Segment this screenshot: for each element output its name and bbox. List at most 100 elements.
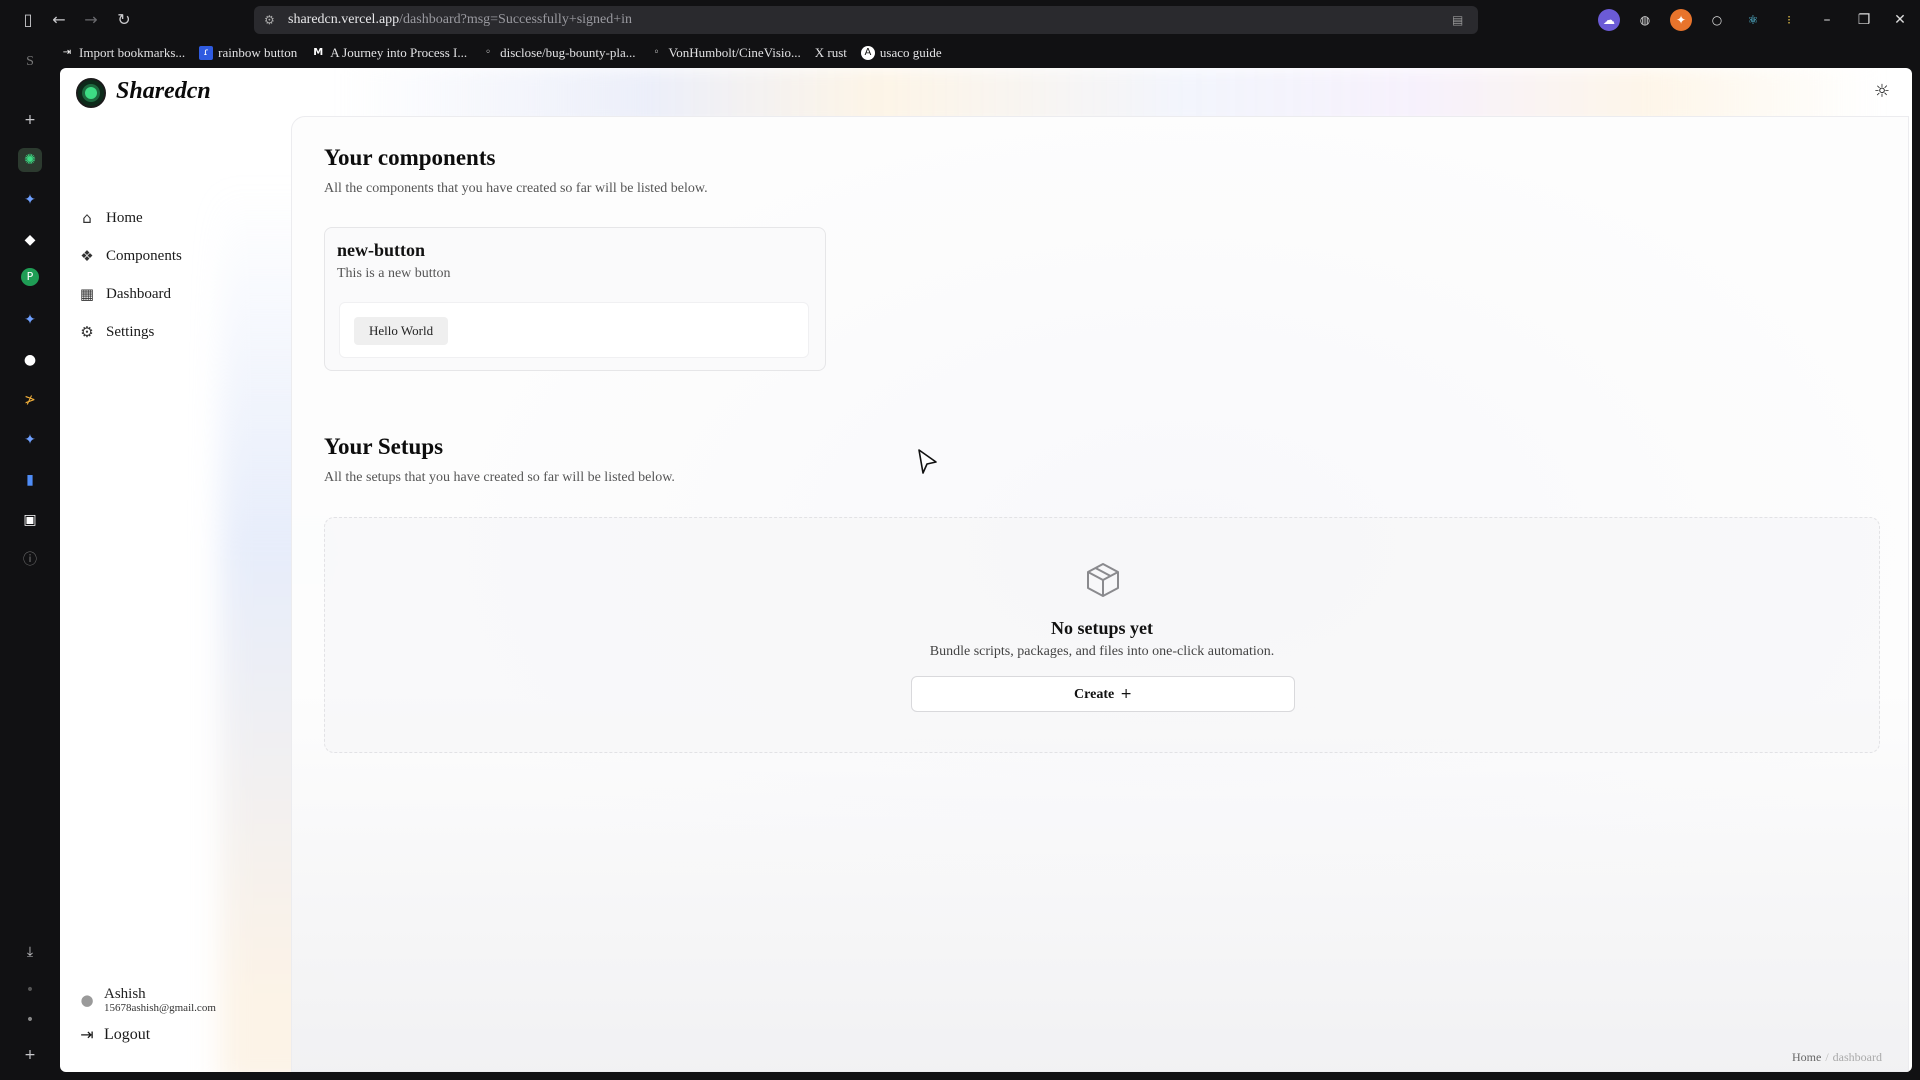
- logout-label: Logout: [104, 1026, 151, 1043]
- reload-icon[interactable]: ↻: [112, 8, 136, 32]
- nav-label: Components: [106, 247, 182, 264]
- tab-icon[interactable]: ≯: [18, 388, 42, 412]
- nav-item-dashboard[interactable]: ▦ Dashboard: [78, 280, 171, 308]
- dashboard-icon: ▦: [79, 285, 95, 303]
- create-label: Create: [1074, 687, 1115, 702]
- nav-label: Dashboard: [106, 285, 171, 302]
- gemini-tab-icon[interactable]: ✦: [18, 188, 42, 212]
- components-icon: ❖: [80, 247, 94, 265]
- bookmark-item[interactable]: Ausaco guide: [860, 45, 942, 61]
- mouse-cursor-icon: [918, 449, 937, 474]
- new-tab-icon[interactable]: +: [18, 108, 42, 132]
- logout-button[interactable]: ⇥ Logout: [78, 1026, 150, 1044]
- settings-icon: ⚙: [80, 323, 94, 341]
- p-tab-icon[interactable]: P: [21, 268, 39, 286]
- maximize-icon[interactable]: ❐: [1852, 8, 1876, 32]
- bookmark-label: Import bookmarks...: [79, 45, 186, 60]
- empty-setups-panel: No setups yet Bundle scripts, packages, …: [324, 517, 1880, 753]
- bookmark-item[interactable]: X rust: [815, 45, 847, 61]
- github-tab-icon[interactable]: ●: [18, 348, 42, 372]
- nav-item-home[interactable]: ⌂ Home: [78, 204, 143, 232]
- extension-cloud-icon[interactable]: ☁: [1598, 9, 1620, 31]
- address-bar[interactable]: ⚙ sharedcn.vercel.app/dashboard?msg=Succ…: [254, 6, 1478, 34]
- bookmark-label: X rust: [814, 45, 847, 60]
- extension-react-icon[interactable]: ⚛: [1742, 9, 1764, 31]
- preview-button[interactable]: Hello World: [354, 317, 449, 345]
- components-heading: Your components: [324, 145, 496, 170]
- address-text[interactable]: sharedcn.vercel.app/dashboard?msg=Succes…: [288, 12, 632, 28]
- site-info-icon[interactable]: ⚙: [264, 12, 280, 28]
- user-profile[interactable]: ● Ashish 15678ashish@gmail.com: [78, 986, 216, 1014]
- workspace-letter[interactable]: S: [18, 50, 42, 74]
- box-icon: [1087, 563, 1119, 597]
- bookmark-label: A Journey into Process I...: [330, 45, 468, 60]
- component-preview: Hello World: [339, 302, 809, 358]
- user-name: Ashish: [104, 986, 146, 1002]
- bookmark-label: rainbow button: [218, 45, 298, 60]
- logout-icon: ⇥: [80, 1025, 94, 1044]
- bookmark-item[interactable]: ◦ VonHumbolt/CineVisio...: [650, 45, 801, 61]
- bookmark-item[interactable]: ⇥ Import bookmarks...: [60, 45, 185, 61]
- sun-icon[interactable]: ☼: [1870, 80, 1894, 104]
- plus-icon: +: [1120, 686, 1132, 702]
- medium-icon: M: [313, 47, 324, 58]
- setups-subtitle: All the setups that you have created so …: [324, 470, 675, 485]
- bookmark-item[interactable]: ◦ disclose/bug-bounty-pla...: [481, 45, 635, 61]
- close-window-icon[interactable]: ✕: [1888, 8, 1912, 32]
- component-name: new-button: [337, 240, 426, 260]
- url-path: /dashboard?msg=Successfully+signed+in: [399, 12, 633, 27]
- nav-item-components[interactable]: ❖ Components: [78, 242, 182, 270]
- extension-fox-icon[interactable]: ✦: [1670, 9, 1692, 31]
- add-icon[interactable]: +: [18, 1043, 42, 1067]
- empty-subtitle: Bundle scripts, packages, and files into…: [929, 644, 1275, 659]
- main-content: Your components All the components that …: [291, 116, 1909, 1072]
- github-icon: ◦: [485, 47, 492, 58]
- bookmarks-bar: ⇥ Import bookmarks... ɾ rainbow button M A …: [60, 42, 942, 64]
- logo-icon[interactable]: [76, 78, 106, 108]
- tab-icon[interactable]: ▣: [18, 508, 42, 532]
- components-subtitle: All the components that you have created…: [324, 181, 708, 196]
- brand-name[interactable]: Sharedcn: [116, 78, 211, 105]
- bookmark-item[interactable]: M A Journey into Process I...: [311, 45, 467, 61]
- nav-label: Home: [106, 209, 143, 226]
- app-sidebar: ⌂ Home ❖ Components ▦ Dashboard ⚙ Settin…: [60, 128, 290, 1072]
- bookmark-item[interactable]: ɾ rainbow button: [199, 45, 297, 61]
- bookmark-label: VonHumbolt/CineVisio...: [668, 45, 801, 60]
- user-email: 15678ashish@gmail.com: [104, 1002, 216, 1014]
- setups-heading: Your Setups: [324, 434, 444, 459]
- user-info: Ashish 15678ashish@gmail.com: [104, 986, 216, 1014]
- info-icon[interactable]: ⓘ: [18, 548, 42, 572]
- url-host: sharedcn.vercel.app: [288, 12, 400, 27]
- create-setup-button[interactable]: Create +: [911, 676, 1295, 712]
- tab-icon[interactable]: ◆: [18, 228, 42, 252]
- nav-label: Settings: [106, 323, 155, 340]
- sharedcn-tab-icon[interactable]: ✺: [18, 148, 42, 172]
- usaco-icon: A: [860, 46, 875, 60]
- extension-globe-icon[interactable]: ◍: [1634, 9, 1656, 31]
- breadcrumb-current: dashboard: [1832, 1050, 1882, 1064]
- breadcrumb: Home / dashboard: [1792, 1050, 1882, 1065]
- forward-icon[interactable]: →: [79, 8, 103, 32]
- nav-item-settings[interactable]: ⚙ Settings: [78, 318, 154, 346]
- reader-mode-icon[interactable]: ▤: [1452, 12, 1468, 28]
- home-icon: ⌂: [82, 209, 92, 227]
- empty-title: No setups yet: [1051, 618, 1153, 638]
- gemini-tab-icon[interactable]: ✦: [18, 308, 42, 332]
- logo-inner: [85, 87, 97, 99]
- breadcrumb-home[interactable]: Home: [1792, 1050, 1821, 1064]
- minimize-icon[interactable]: –: [1815, 8, 1839, 32]
- chart-tab-icon[interactable]: ▮: [18, 468, 42, 492]
- dot-icon[interactable]: •: [18, 978, 42, 1002]
- back-icon[interactable]: ←: [47, 8, 71, 32]
- gemini-tab-icon[interactable]: ✦: [18, 428, 42, 452]
- sidebar-toggle-icon[interactable]: ▯: [16, 8, 40, 32]
- download-icon[interactable]: ⤓: [18, 940, 42, 964]
- breadcrumb-separator: /: [1825, 1050, 1829, 1064]
- component-card[interactable]: new-button This is a new button Hello Wo…: [324, 227, 826, 371]
- extension-circle-icon[interactable]: ○: [1706, 9, 1728, 31]
- dot-icon[interactable]: •: [18, 1008, 42, 1032]
- import-icon: ⇥: [62, 47, 72, 58]
- browser-toolbar: ▯ ← → ↻ ⚙ sharedcn.vercel.app/dashboard?…: [0, 0, 1920, 40]
- extension-puzzle-icon[interactable]: ⁝: [1778, 9, 1800, 31]
- user-avatar-icon: ●: [80, 991, 94, 1009]
